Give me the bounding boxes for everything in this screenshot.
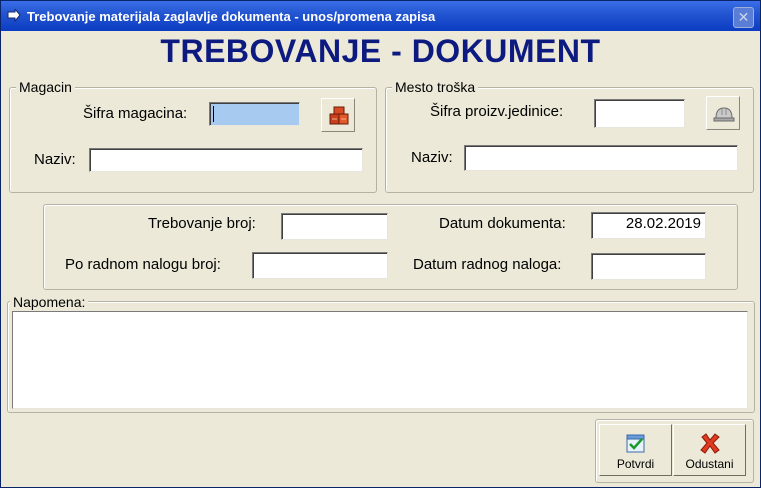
close-icon: ✕: [737, 9, 750, 25]
napomena-legend: Napomena:: [10, 294, 89, 310]
red-x-icon: [700, 433, 720, 454]
mesto-troska-naziv-input[interactable]: [464, 145, 738, 171]
sifra-magacina-label: Šifra magacina:: [83, 105, 188, 122]
potvrdi-label: Potvrdi: [616, 457, 655, 471]
datum-dokumenta-value: 28.02.2019: [625, 215, 701, 232]
mesto-troska-lookup-button[interactable]: [706, 96, 740, 130]
sifra-proizv-jedinice-label: Šifra proizv.jedinice:: [430, 103, 564, 120]
trebovanje-broj-input[interactable]: [281, 213, 388, 240]
napomena-textarea[interactable]: [12, 311, 748, 409]
window-title: Trebovanje materijala zaglavlje dokument…: [27, 9, 436, 24]
text-caret: [213, 106, 214, 122]
magacin-naziv-label: Naziv:: [34, 151, 76, 168]
odustani-button[interactable]: Odustani: [673, 424, 746, 476]
page-title: TREBOVANJE - DOKUMENT: [160, 33, 601, 69]
mesto-troska-naziv-label: Naziv:: [411, 149, 453, 166]
magacin-lookup-button[interactable]: [321, 98, 355, 132]
title-bar[interactable]: Trebovanje materijala zaglavlje dokument…: [1, 1, 760, 31]
datum-dokumenta-input[interactable]: 28.02.2019: [591, 212, 706, 239]
mesto-troska-legend: Mesto troška: [392, 79, 479, 95]
checkmark-document-icon: [626, 434, 645, 453]
close-button[interactable]: ✕: [733, 7, 754, 28]
magacin-naziv-input[interactable]: [89, 148, 363, 172]
hard-hat-icon: [713, 107, 735, 122]
datum-radnog-naloga-input[interactable]: [591, 253, 706, 280]
sifra-magacina-input[interactable]: [209, 102, 300, 126]
radni-nalog-broj-input[interactable]: [252, 252, 388, 279]
app-arrow-icon: [7, 7, 21, 23]
datum-radnog-naloga-label: Datum radnog naloga:: [413, 256, 562, 273]
datum-dokumenta-label: Datum dokumenta:: [439, 215, 566, 232]
dialog-window: Trebovanje materijala zaglavlje dokument…: [0, 0, 761, 488]
odustani-label: Odustani: [685, 457, 734, 471]
trebovanje-broj-label: Trebovanje broj:: [148, 215, 256, 232]
warehouse-boxes-icon: [329, 106, 349, 125]
potvrdi-button[interactable]: Potvrdi: [599, 424, 672, 476]
sifra-proizv-jedinice-input[interactable]: [594, 99, 685, 128]
radni-nalog-broj-label: Po radnom nalogu broj:: [65, 256, 221, 273]
magacin-legend: Magacin: [16, 79, 75, 95]
